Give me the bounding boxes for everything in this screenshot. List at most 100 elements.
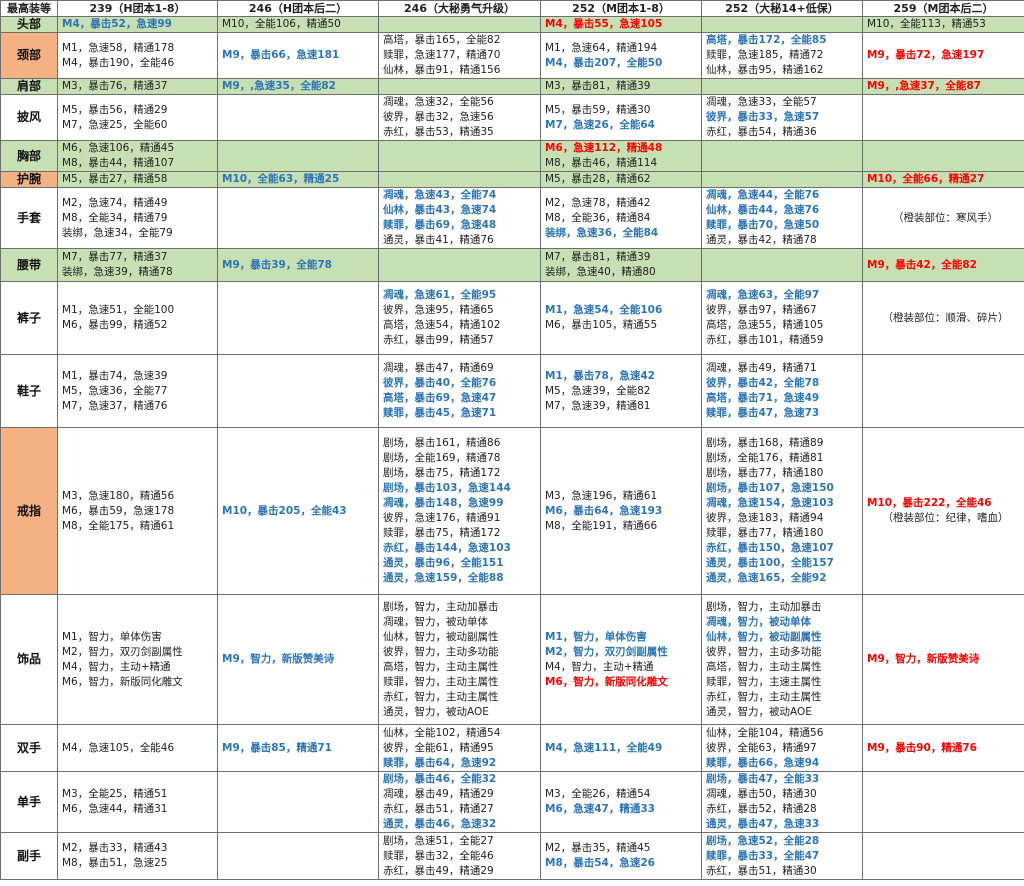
- header-slot: 最高装等: [0, 0, 58, 17]
- gear-row: 双手 M4，急速105，全能46 M9，暴击85，精通71 仙林，全能102，精通54…: [0, 724, 1024, 772]
- gear-entry: M1，急速51，全能100: [62, 304, 175, 316]
- gear-entry: M5，暴击59，精通30: [545, 103, 651, 116]
- gear-cell-col-259: M9，,急速37，全能87: [862, 78, 1024, 95]
- gear-entry: 仙林，暴击44，急速76: [706, 204, 820, 216]
- gear-entry: 仙林，暴击91，精通156: [383, 64, 501, 76]
- gear-cell-col-259: M10，全能66，精通27: [862, 171, 1024, 188]
- gear-cell-col-246m: [378, 16, 541, 33]
- gear-entry: M2，暴击33，精通43: [62, 842, 168, 854]
- gear-cell-col-246h: M10，全能106，精通50: [217, 16, 379, 33]
- gear-entry: 高塔，暴击71，急速49: [706, 392, 820, 404]
- gear-entry: 赎罪，智力，主动主属性: [383, 675, 499, 688]
- gear-row: 胸部 M6，急速106，精通45 M8，暴击44，精通107 M6，急速112，精通4…: [0, 140, 1024, 172]
- gear-entry: 通灵，急速159，全能88: [383, 572, 504, 584]
- gear-cell-col-246h: M9，暴击85，精通71: [217, 724, 379, 772]
- gear-entry: M4，智力，主动+精通: [545, 660, 654, 673]
- gear-cell-col-252d: [701, 248, 863, 282]
- gear-cell-col-246m: 剧场，暴击46，全能32 凋魂，暴击49，精通29 赤红，暴击51，精通27 通灵，暴…: [378, 771, 541, 833]
- gear-entry: 仙林，暴击43，急速74: [383, 204, 497, 216]
- gear-entry: M9，暴击42，全能82: [867, 258, 977, 271]
- gear-entry: 剧场，暴击47，全能33: [706, 773, 820, 785]
- gear-entry: 凋魂，暴击50，精通30: [706, 788, 817, 800]
- gear-entry: 赤红，暴击53，精通35: [383, 126, 494, 138]
- gear-cell-col-259: （橙装部位：寒风手）: [862, 187, 1024, 249]
- gear-entry: M9，暴击66，急速181: [222, 49, 340, 61]
- gear-entry: M9，,急速37，全能87: [867, 80, 981, 92]
- gear-row: 单手 M3，全能25，精通51 M6，急速44，精通31 剧场，暴击46，全能32 凋魂…: [0, 771, 1024, 833]
- gear-row: 副手 M2，暴击33，精通43 M8，暴击51，急速25 剧场，急速51，全能27 赎罪…: [0, 832, 1024, 880]
- gear-cell-col-252m: M2，暴击35，精通45 M8，暴击54，急速26: [540, 832, 702, 880]
- gear-entry: 赎罪，暴击33，全能47: [706, 849, 820, 862]
- slot-label: 饰品: [0, 594, 58, 725]
- gear-cell-col-259: （橙装部位：顺滑、碎片）: [862, 281, 1024, 355]
- gear-entry: 剧场，智力，主动加暴击: [706, 600, 822, 613]
- gear-entry: 赤红，暴击51，精通27: [383, 803, 494, 815]
- gear-entry: 赤红，暴击99，精通57: [383, 334, 494, 346]
- gear-cell-col-239: M1，暴击74，急速39 M5，急速36，全能77 M7，急速37，精通76: [57, 354, 218, 428]
- gear-cell-col-252m: M7，暴击81，精通39 装绑，急速40，精通80: [540, 248, 702, 282]
- gear-cell-col-246m: 凋魂，急速32，全能56 彼界，暴击32，急速56 赤红，暴击53，精通35: [378, 94, 541, 141]
- gear-entry: 装绑，急速39，精通78: [62, 266, 173, 278]
- gear-entry: M8，暴击51，急速25: [62, 857, 168, 869]
- gear-entry: 彼界，全能61，精通95: [383, 741, 494, 754]
- gear-entry: 高塔，智力，主动主属性: [383, 660, 499, 673]
- gear-cell-col-252d: 凋魂，急速63，全能97 彼界，暴击97，精通67 高塔，急速55，精通105 赤红，…: [701, 281, 863, 355]
- gear-entry: M4，暴击55，急速105: [545, 18, 663, 30]
- slot-label: 肩部: [0, 78, 58, 95]
- gear-entry: 彼界，急速176，精通91: [383, 512, 501, 524]
- gear-cell-col-252m: M3，急速196，精通61 M6，暴击64，急速193 M8，全能191，精通66: [540, 427, 702, 595]
- gear-entry: M7，急速26，全能64: [545, 118, 655, 131]
- header-246-h-raid-last: 246（H团本后二）: [217, 0, 379, 17]
- gear-entry: 赤红，暴击101，精通59: [706, 334, 824, 346]
- gear-entry: M1，急速64，精通194: [545, 41, 658, 54]
- gear-entry: M3，急速180，精通56: [62, 489, 175, 502]
- legendary-note: （橙装部位：顺滑、碎片）: [882, 311, 1009, 324]
- gear-entry: M10，全能113，精通53: [867, 18, 986, 30]
- gear-cell-col-239: M5，暴击27，精通58: [57, 171, 218, 188]
- gear-cell-col-252m: M1，急速54，全能106 M6，暴击105，精通55: [540, 281, 702, 355]
- slot-label: 腰带: [0, 248, 58, 282]
- slot-label: 副手: [0, 832, 58, 880]
- gear-entry: 通灵，暴击100，全能157: [706, 557, 834, 569]
- gear-entry: 通灵，暴击47，急速33: [706, 818, 820, 830]
- gear-row: 颈部 M1，急速58，精通178 M4，暴击190，全能46 M9，暴击66，急速18…: [0, 32, 1024, 79]
- gear-entry: 通灵，暴击41，精通76: [383, 234, 494, 246]
- gear-cell-col-259: M9，暴击90，精通76: [862, 724, 1024, 772]
- gear-row: 护腕 M5，暴击27，精通58 M10，全能63，精通25 M5，暴击28，精通62 M…: [0, 171, 1024, 188]
- gear-cell-col-246m: 凋魂，急速61，全能95 彼界，急速95，精通65 高塔，急速54，精通102 赤红，…: [378, 281, 541, 355]
- gear-entry: M4，暴击190，全能46: [62, 56, 175, 69]
- gear-cell-col-239: M4，暴击52，急速99: [57, 16, 218, 33]
- gear-entry: 剧场，急速51，全能27: [383, 834, 494, 847]
- gear-cell-col-246h: M9，智力，新版赞美诗: [217, 594, 379, 725]
- gear-cell-col-246h: M10，全能63，精通25: [217, 171, 379, 188]
- gear-cell-col-252d: 高塔，暴击172，全能85 赎罪，急速185，精通72 仙林，暴击95，精通162: [701, 32, 863, 79]
- slot-label: 颈部: [0, 32, 58, 79]
- gear-entry: M7，暴击77，精通37: [62, 251, 168, 263]
- gear-entry: 仙林，智力，被动副属性: [706, 630, 822, 643]
- gear-entry: 赎罪，急速185，精通72: [706, 49, 824, 61]
- gear-entry: M4，暴击207，全能50: [545, 56, 663, 69]
- gear-cell-col-239: M1，急速51，全能100 M6，暴击99，精通52: [57, 281, 218, 355]
- slot-label: 披风: [0, 94, 58, 141]
- gear-entry: 凋魂，暴击49，精通71: [706, 362, 817, 374]
- gear-entry: 赤红，暴击150，急速107: [706, 542, 834, 554]
- gear-entry: 凋魂，急速154，急速103: [706, 497, 834, 509]
- gear-cell-col-239: M3，急速180，精通56 M6，暴击59，急速178 M8，全能175，精通61: [57, 427, 218, 595]
- gear-entry: M5，暴击56，精通29: [62, 103, 168, 116]
- gear-entry: M7，急速25，全能60: [62, 118, 168, 131]
- slot-label: 鞋子: [0, 354, 58, 428]
- slot-label: 护腕: [0, 171, 58, 188]
- gear-entry: 赤红，暴击54，精通36: [706, 126, 817, 138]
- slot-label: 单手: [0, 771, 58, 833]
- gear-cell-col-252d: [701, 140, 863, 172]
- gear-cell-col-246h: M10，暴击205，全能43: [217, 427, 379, 595]
- gear-entry: 剧场，暴击168，精通89: [706, 437, 824, 449]
- gear-entry: M3，暴击76，精通37: [62, 80, 168, 92]
- gear-entry: M9，,急速35，全能82: [222, 80, 336, 92]
- gear-entry: 凋魂，暴击148，急速99: [383, 497, 504, 509]
- slot-label: 戒指: [0, 427, 58, 595]
- gear-entry: 彼界，暴击42，全能78: [706, 377, 820, 389]
- gear-cell-col-252d: 剧场，智力，主动加暴击 凋魂，智力，被动单体 仙林，智力，被动副属性 彼界，智力，主动…: [701, 594, 863, 725]
- gear-entry: 凋魂，智力，被动单体: [706, 615, 811, 628]
- slot-label: 胸部: [0, 140, 58, 172]
